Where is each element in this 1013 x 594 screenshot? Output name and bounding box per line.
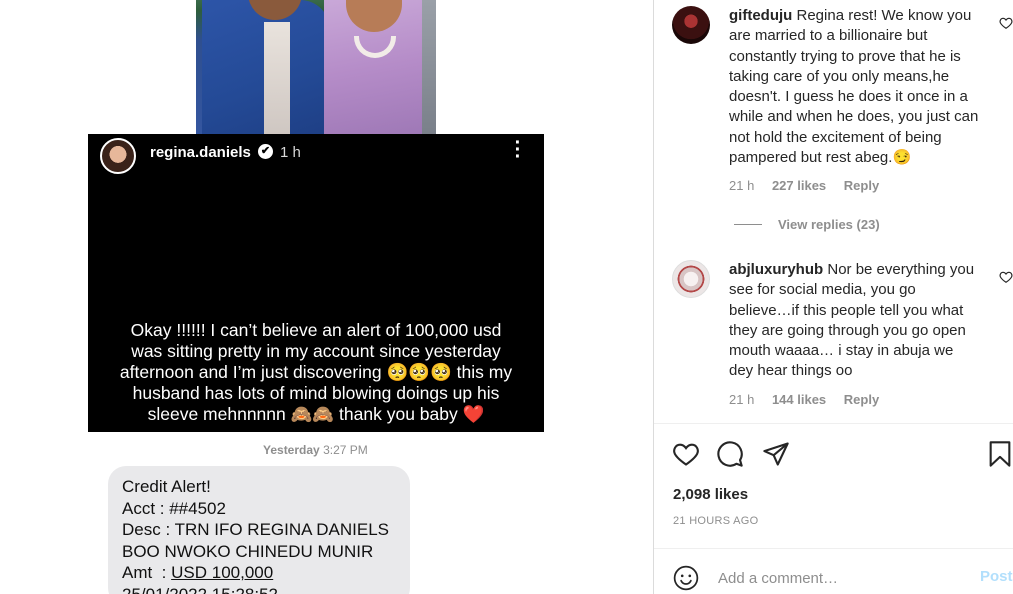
photo-man-shirt — [264, 22, 290, 134]
comment-time: 21 h — [729, 178, 755, 193]
sms-line: BOO NWOKO CHINEDU MUNIR — [122, 541, 374, 561]
divider — [654, 423, 1013, 424]
photo-background — [422, 0, 436, 134]
view-replies-button[interactable]: View replies (23) — [734, 217, 880, 232]
more-vertical-icon: · · · — [514, 132, 522, 168]
sms-timestamp-day: Yesterday — [263, 443, 320, 457]
comment-text: Nor be everything you see for social med… — [729, 261, 975, 380]
post-timestamp: 21 HOURS AGO — [673, 515, 759, 527]
sms-amount-value: USD 100,000 — [171, 563, 274, 582]
comment-bubble-icon[interactable] — [716, 440, 744, 468]
sms-line: Desc : TRN IFO REGINA DANIELS — [122, 520, 390, 539]
comment-text: Regina rest! We know you are married to … — [729, 7, 979, 167]
caption-line: sleeve mehnnnnn 🙈🙈 thank you baby ❤️ — [147, 404, 485, 424]
divider — [654, 548, 1013, 549]
comment-input[interactable] — [718, 566, 968, 590]
likes-count[interactable]: 2,098 likes — [673, 486, 748, 503]
comment-likes[interactable]: 144 likes — [772, 392, 826, 407]
story-screenshot: regina.daniels ✔ 1 h · · · Okay !!!!!! I c… — [88, 132, 544, 432]
avatar[interactable] — [672, 6, 710, 44]
reply-button[interactable]: Reply — [844, 178, 879, 193]
sms-amount-line: Amt : USD 100,000 — [122, 562, 396, 584]
post-button[interactable]: Post — [980, 568, 1013, 585]
sms-date-line: 25/01/2022 15:28:52 — [122, 584, 278, 594]
sms-line: Acct : ##4502 — [122, 498, 226, 518]
comment-likes[interactable]: 227 likes — [772, 178, 826, 193]
comment-username[interactable]: gifteduju — [729, 7, 792, 24]
story-avatar — [100, 138, 136, 174]
caption-line: was sitting pretty in my account since y… — [131, 341, 501, 361]
couple-photo — [196, 0, 436, 134]
comment-time: 21 h — [729, 392, 755, 407]
view-replies-line — [734, 224, 762, 225]
comment-meta: 21 h 227 likes Reply — [729, 178, 893, 193]
heart-icon[interactable] — [999, 270, 1013, 284]
avatar[interactable] — [672, 260, 710, 298]
bookmark-icon[interactable] — [986, 440, 1013, 468]
story-caption: Okay !!!!!! I can’t believe an alert of … — [98, 320, 534, 425]
comment-item: gifteduju Regina rest! We know you are m… — [672, 0, 1013, 240]
caption-line: husband has lots of mind blowing doings … — [132, 383, 500, 403]
caption-line: Okay !!!!!! I can’t believe an alert of … — [130, 320, 502, 340]
comment-body: abjluxuryhub Nor be everything you see f… — [729, 260, 981, 382]
sms-amount-label: Amt : — [122, 563, 172, 582]
comments-panel: gifteduju Regina rest! We know you are m… — [653, 0, 1013, 594]
smiley-icon[interactable] — [673, 565, 699, 591]
view-replies-label: View replies (23) — [778, 217, 880, 232]
heart-icon[interactable] — [999, 16, 1013, 30]
reply-button[interactable]: Reply — [844, 392, 879, 407]
comment-body: gifteduju Regina rest! We know you are m… — [729, 6, 981, 168]
verified-badge-icon: ✔ — [258, 144, 273, 159]
story-time: 1 h — [280, 144, 301, 161]
comment-username[interactable]: abjluxuryhub — [729, 261, 823, 278]
comment-meta: 21 h 144 likes Reply — [729, 392, 893, 407]
sms-line: Credit Alert! — [122, 477, 211, 496]
story-username: regina.daniels — [150, 144, 251, 161]
sms-bubble: Credit Alert! Acct : ##4502 Desc : TRN I… — [108, 466, 410, 594]
sms-timestamp-time: 3:27 PM — [323, 443, 368, 457]
post-media[interactable]: regina.daniels ✔ 1 h · · · Okay !!!!!! I c… — [0, 0, 653, 594]
sms-timestamp: Yesterday 3:27 PM — [263, 443, 368, 457]
paper-plane-icon[interactable] — [762, 440, 790, 468]
caption-line: afternoon and I’m just discovering 🥺🥺🥺 t… — [119, 362, 513, 382]
heart-icon[interactable] — [672, 440, 700, 468]
comment-item: abjluxuryhub Nor be everything you see f… — [672, 254, 1013, 424]
